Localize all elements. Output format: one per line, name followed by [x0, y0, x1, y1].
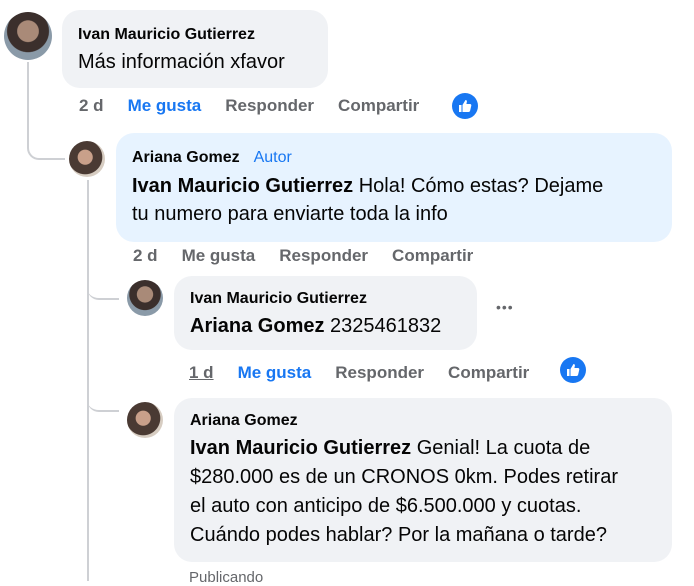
like-button[interactable]: Me gusta [182, 246, 256, 266]
avatar-ariana[interactable] [69, 141, 105, 177]
comment-text: Más información xfavor [78, 51, 285, 73]
reply-button[interactable]: Responder [225, 96, 314, 116]
avatar-ivan[interactable] [4, 12, 52, 60]
avatar-ivan[interactable] [127, 280, 163, 316]
comment-actions: 2 d Me gusta Responder Compartir [133, 246, 473, 266]
share-button[interactable]: Compartir [392, 246, 473, 266]
thread-connector [87, 260, 119, 300]
comment-bubble: Ariana Gomez Autor Ivan Mauricio Gutierre… [116, 133, 672, 242]
comment-text: Ivan Mauricio Gutierrez Hola! Cómo estas… [132, 175, 604, 225]
thumbs-up-icon[interactable] [452, 93, 478, 119]
comment-author[interactable]: Ivan Mauricio Gutierrez [190, 288, 461, 310]
mention-link[interactable]: Ivan Mauricio Gutierrez [132, 175, 353, 197]
comment-author[interactable]: Ivan Mauricio Gutierrez [78, 24, 312, 46]
comment-timestamp[interactable]: 1 d [189, 363, 214, 383]
mention-link[interactable]: Ariana Gomez [190, 315, 324, 337]
comment-timestamp[interactable]: 2 d [133, 246, 158, 266]
share-button[interactable]: Compartir [448, 363, 529, 383]
author-badge: Autor [253, 149, 292, 166]
like-button[interactable]: Me gusta [238, 363, 312, 383]
comment-actions: 1 d Me gusta Responder Compartir [189, 363, 529, 383]
comment-author[interactable]: Ariana Gomez [132, 149, 240, 166]
reply-button[interactable]: Responder [335, 363, 424, 383]
reply-button[interactable]: Responder [279, 246, 368, 266]
publishing-status: Publicando [189, 569, 264, 586]
comment-bubble: Ivan Mauricio Gutierrez Ariana Gomez 232… [174, 276, 477, 350]
comment-author[interactable]: Ariana Gomez [190, 410, 656, 432]
thread-connector [87, 380, 119, 412]
comment-bubble: Ivan Mauricio Gutierrez Más información … [62, 10, 328, 88]
mention-link[interactable]: Ivan Mauricio Gutierrez [190, 437, 411, 459]
thumbs-up-icon[interactable] [560, 357, 586, 383]
comment-text: Ivan Mauricio Gutierrez Genial! La cuota… [190, 437, 618, 546]
comment-text: Ariana Gomez 2325461832 [190, 315, 442, 337]
like-button[interactable]: Me gusta [128, 96, 202, 116]
more-options-icon[interactable]: ••• [496, 299, 514, 315]
avatar-ariana[interactable] [127, 402, 163, 438]
comment-actions: 2 d Me gusta Responder Compartir [79, 96, 419, 116]
comment-bubble: Ariana Gomez Ivan Mauricio Gutierrez Gen… [174, 398, 672, 562]
share-button[interactable]: Compartir [338, 96, 419, 116]
comment-timestamp[interactable]: 2 d [79, 96, 104, 116]
thread-connector [27, 62, 65, 160]
